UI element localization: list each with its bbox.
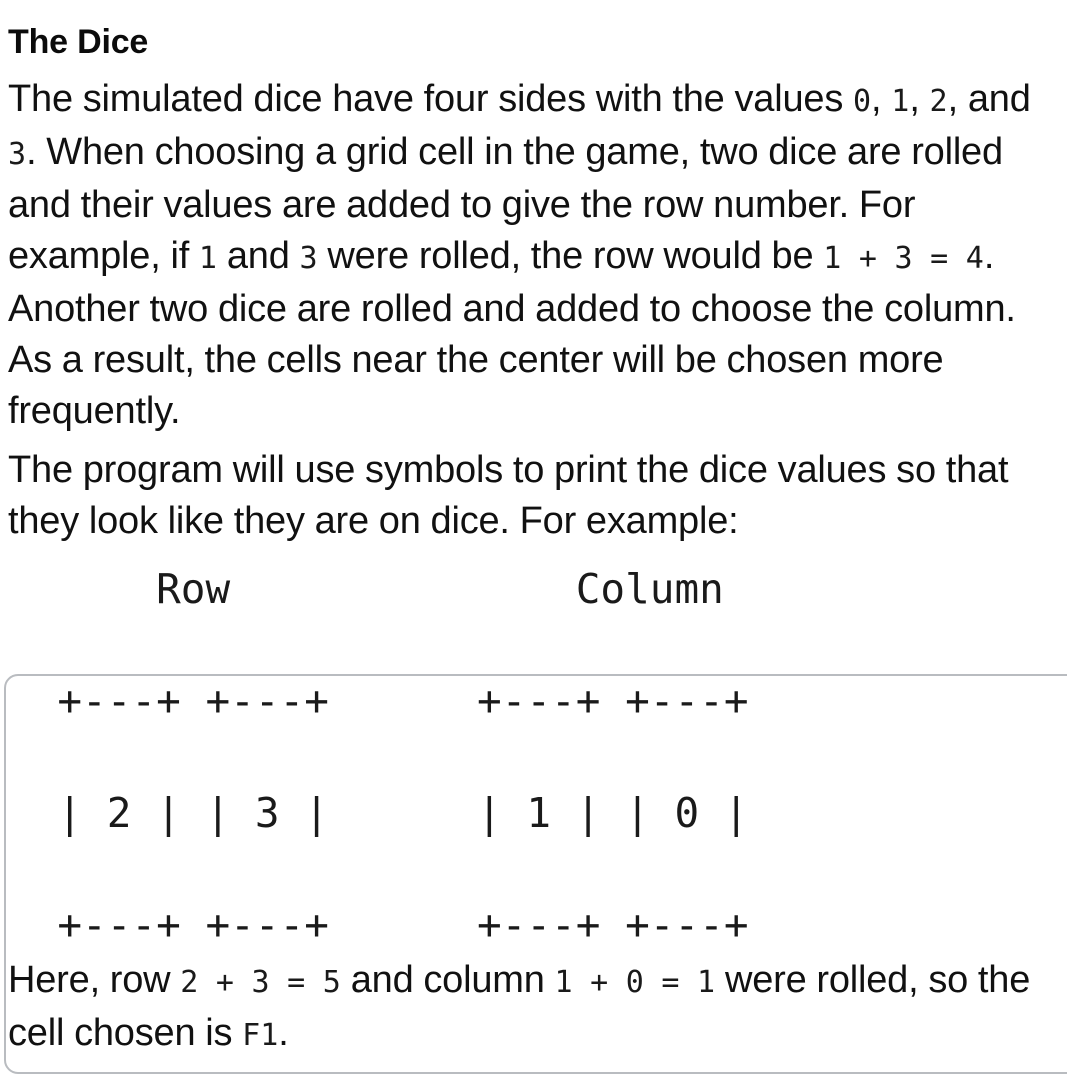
paragraph-symbols-intro: The program will use symbols to print th… [8, 445, 1059, 547]
ascii-dice-diagram: Row Column +---+ +---+ +---+ +---+ | 2 |… [57, 565, 749, 949]
paragraph-result: Here, row 2 + 3 = 5 and column 1 + 0 = 1… [8, 955, 1059, 1061]
text-segment: . [278, 1012, 289, 1054]
code-column-expression: 1 + 0 = 1 [554, 965, 716, 1000]
code-value-3: 3 [8, 137, 27, 172]
text-segment: , [909, 78, 930, 120]
page-title: The Dice [8, 23, 149, 61]
text-segment: The simulated dice have four sides with … [8, 78, 853, 120]
code-value-1: 1 [891, 84, 910, 119]
text-segment: , [871, 78, 892, 120]
text-segment: The program will use symbols to print th… [8, 449, 1009, 542]
text-segment: and [216, 235, 300, 277]
paragraph-dice-description: The simulated dice have four sides with … [8, 74, 1059, 437]
document-content: The Dice The simulated dice have four si… [0, 22, 1067, 1061]
code-row-expression: 2 + 3 = 5 [180, 965, 341, 1000]
code-roll-1: 1 [198, 241, 217, 276]
code-row-sum-expression: 1 + 3 = 4 [823, 241, 984, 276]
code-roll-3: 3 [299, 241, 318, 276]
text-segment: , and [947, 78, 1031, 120]
text-segment: Here, row [8, 959, 181, 1001]
text-segment: and column [340, 959, 555, 1001]
code-value-0: 0 [852, 84, 872, 119]
code-value-2: 2 [929, 84, 948, 119]
text-segment: were rolled, the row would be [317, 235, 824, 277]
code-cell-name: F1 [242, 1018, 279, 1053]
